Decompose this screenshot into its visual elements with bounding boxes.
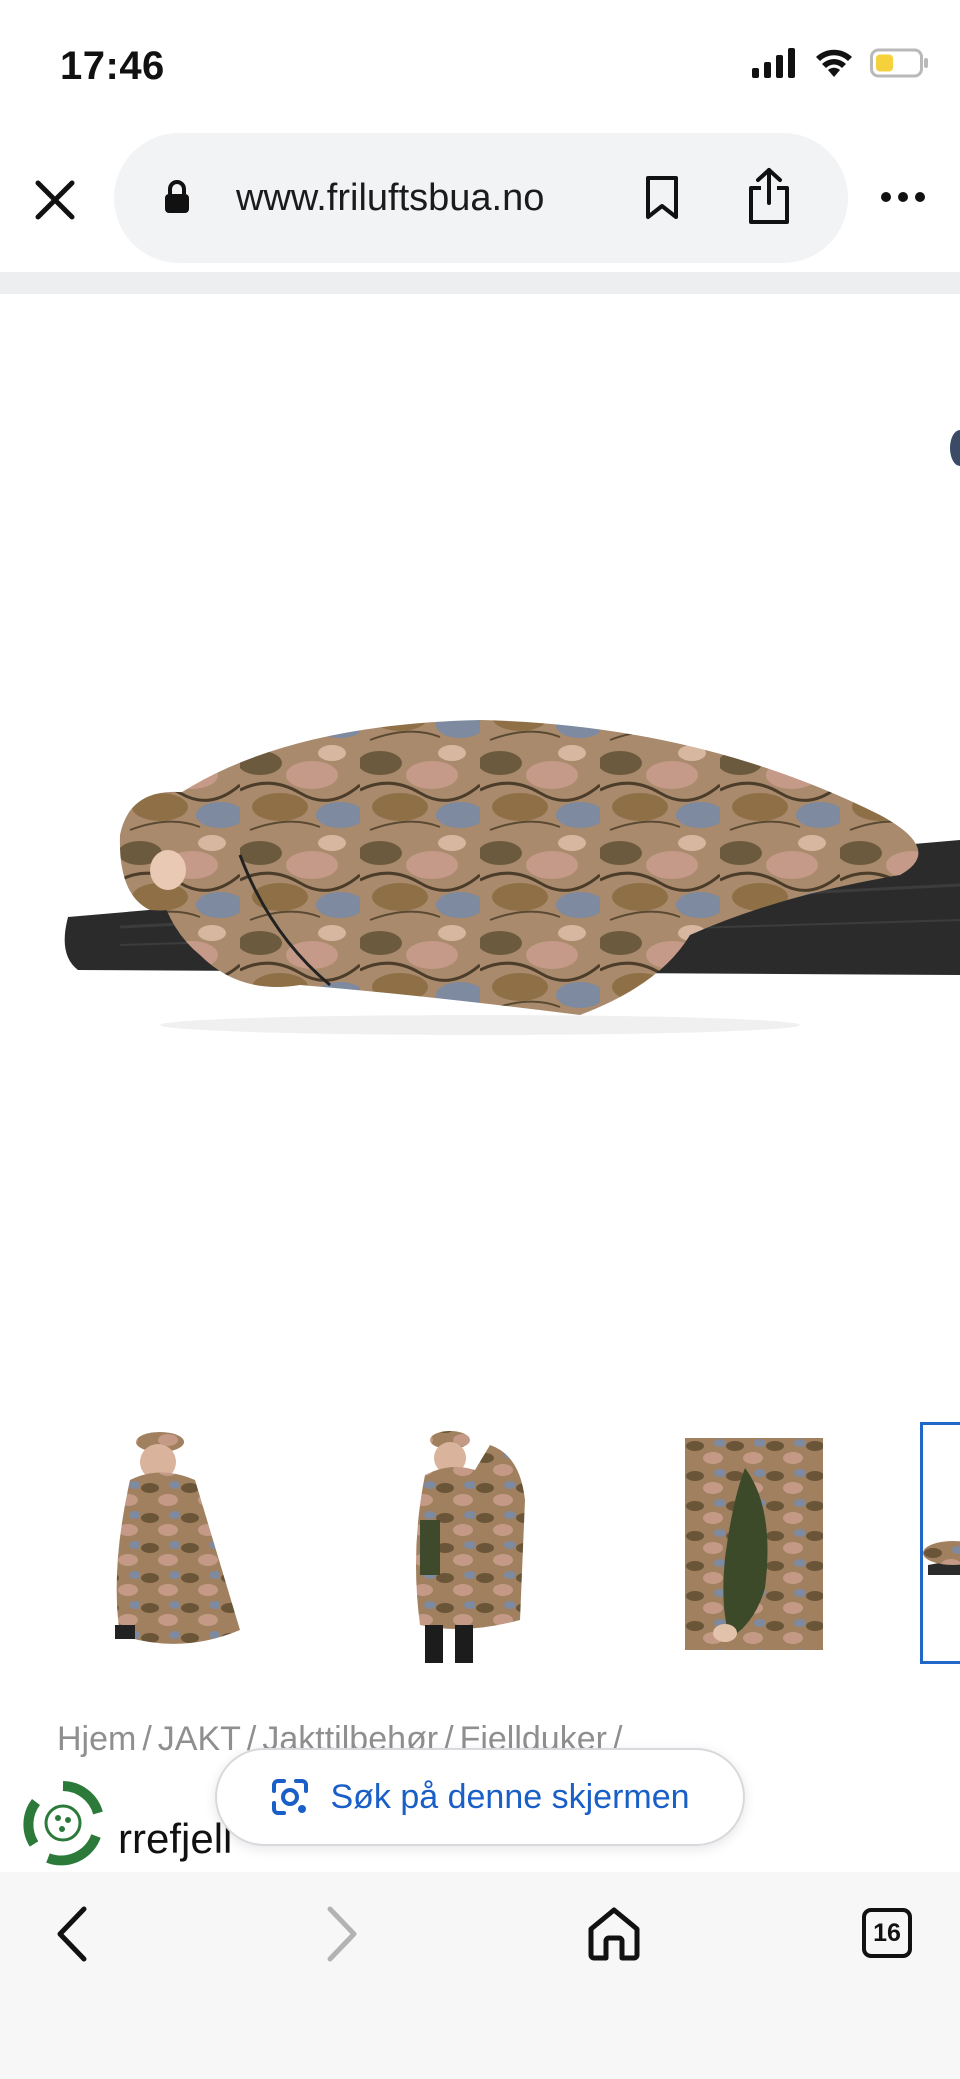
forward-icon — [327, 1906, 357, 1962]
toolbar-divider — [0, 272, 960, 294]
person-in-poncho-on-mat-image — [64, 720, 960, 1035]
close-button[interactable] — [30, 175, 80, 225]
sitting-in-poncho-image — [115, 1432, 240, 1644]
address-bar[interactable]: www.friluftsbua.no — [114, 133, 848, 263]
poncho-sleeve-detail-image — [685, 1438, 823, 1650]
standing-in-poncho-image — [416, 1431, 525, 1663]
bottom-toolbar — [0, 1872, 960, 2079]
url-text[interactable]: www.friluftsbua.no — [236, 177, 544, 220]
thumbnail-lying-selected[interactable] — [920, 1422, 960, 1664]
thumbnail-standing[interactable] — [395, 1420, 545, 1670]
more-button[interactable] — [880, 190, 926, 208]
thumbnail-sitting[interactable] — [100, 1420, 260, 1670]
lens-camera-icon — [272, 1779, 309, 1815]
breadcrumb-jakt[interactable]: JAKT — [158, 1720, 241, 1758]
forward-button[interactable] — [322, 1905, 362, 1968]
more-icon — [881, 192, 925, 202]
status-time: 17:46 — [60, 44, 165, 88]
status-icons — [752, 48, 930, 78]
breadcrumb-home[interactable]: Hjem — [57, 1720, 136, 1758]
back-icon — [57, 1906, 87, 1962]
search-screen-button[interactable]: Søk på denne skjermen — [215, 1748, 745, 1846]
home-icon — [588, 1907, 640, 1961]
search-screen-label: Søk på denne skjermen — [330, 1777, 690, 1816]
bookmark-icon — [646, 176, 678, 219]
bookmark-button[interactable] — [644, 175, 680, 226]
lock-icon — [165, 180, 189, 213]
battery-icon — [870, 48, 928, 78]
cellular-signal-icon — [752, 48, 795, 78]
back-button[interactable] — [52, 1905, 92, 1968]
product-main-image[interactable] — [0, 295, 960, 1395]
product-title: rrefjell — [118, 1815, 233, 1862]
tabs-button[interactable]: 16 — [862, 1908, 912, 1958]
lying-on-mat-thumb-image — [923, 1541, 960, 1575]
wifi-icon — [816, 49, 852, 77]
share-icon — [749, 168, 789, 224]
share-button[interactable] — [746, 167, 792, 230]
close-icon — [35, 180, 75, 220]
floating-app-badge[interactable] — [18, 1778, 108, 1868]
recycle-icon — [23, 1781, 103, 1866]
home-button[interactable] — [586, 1905, 642, 1966]
thumbnail-sleeve-detail[interactable] — [685, 1438, 823, 1650]
